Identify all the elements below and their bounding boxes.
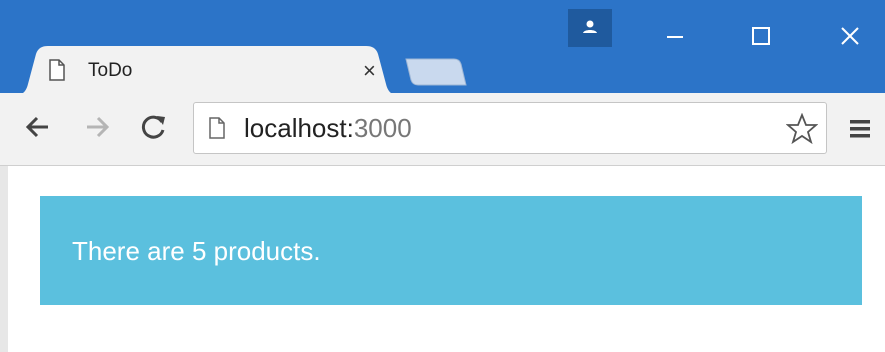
alert-message: There are 5 products. bbox=[72, 236, 321, 266]
close-window-button[interactable] bbox=[830, 18, 870, 54]
window-left-edge bbox=[0, 166, 8, 352]
new-tab-button[interactable] bbox=[404, 57, 468, 87]
back-button[interactable] bbox=[24, 113, 52, 141]
tab-todo[interactable]: ToDo × bbox=[12, 46, 402, 96]
user-icon bbox=[583, 20, 597, 33]
info-alert: There are 5 products. bbox=[40, 196, 862, 305]
url-text[interactable]: localhost:3000 bbox=[244, 113, 412, 143]
close-icon bbox=[841, 27, 859, 45]
profile-button[interactable] bbox=[568, 9, 612, 47]
toolbar: localhost:3000 bbox=[0, 93, 885, 166]
tab-close-button[interactable]: × bbox=[363, 60, 376, 82]
minimize-button[interactable] bbox=[655, 18, 695, 54]
page-info-icon[interactable] bbox=[208, 117, 226, 139]
bookmark-star-icon[interactable] bbox=[786, 113, 818, 145]
tab-shape bbox=[12, 46, 402, 96]
page-icon bbox=[49, 59, 65, 81]
maximize-button[interactable] bbox=[741, 18, 781, 54]
menu-icon[interactable] bbox=[848, 117, 872, 141]
maximize-icon bbox=[752, 27, 770, 45]
reload-button[interactable] bbox=[140, 113, 168, 141]
minimize-icon bbox=[667, 36, 683, 38]
url-host: localhost: bbox=[244, 113, 354, 143]
address-bar[interactable]: localhost:3000 bbox=[193, 102, 827, 154]
tab-title: ToDo bbox=[88, 60, 133, 81]
url-port: 3000 bbox=[353, 113, 412, 143]
title-bar: ToDo × bbox=[0, 0, 885, 96]
forward-button[interactable] bbox=[83, 113, 111, 141]
